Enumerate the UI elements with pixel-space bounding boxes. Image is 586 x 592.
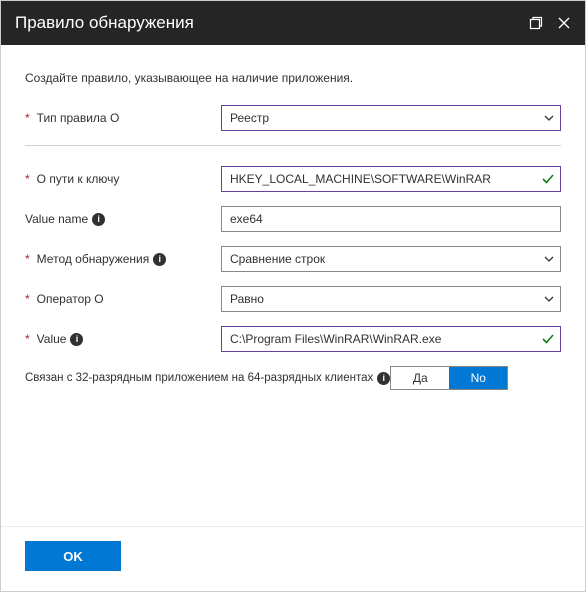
info-icon[interactable]: i	[70, 333, 83, 346]
info-icon[interactable]: i	[153, 253, 166, 266]
label-rule-type: * Тип правила О	[25, 111, 221, 125]
ok-button[interactable]: OK	[25, 541, 121, 571]
toggle-yes[interactable]: Да	[391, 367, 449, 389]
label-operator-text: Оператор О	[37, 292, 104, 306]
label-value: * Value i	[25, 332, 221, 346]
label-value-name: Value name i	[25, 212, 221, 226]
row-detection-method: * Метод обнаружения i Сравнение строк	[25, 246, 561, 272]
header-actions	[529, 16, 571, 30]
value-name-input-native[interactable]	[230, 207, 534, 231]
restore-icon[interactable]	[529, 16, 543, 30]
required-marker: *	[25, 111, 30, 125]
operator-select[interactable]: Равно	[221, 286, 561, 312]
info-icon[interactable]: i	[92, 213, 105, 226]
row-key-path: * О пути к ключу	[25, 166, 561, 192]
label-key-path: * О пути к ключу	[25, 172, 221, 186]
label-value-name-text: Value name	[25, 212, 88, 226]
associated-toggle: Да No	[390, 366, 508, 390]
row-associated: Связан с 32-разрядным приложением на 64-…	[25, 366, 561, 390]
label-detection-method: * Метод обнаружения i	[25, 252, 221, 266]
panel-footer: OK	[1, 526, 585, 591]
row-value: * Value i	[25, 326, 561, 352]
rule-type-select[interactable]: Реестр	[221, 105, 561, 131]
label-key-path-text: О пути к ключу	[37, 172, 120, 186]
required-marker: *	[25, 252, 30, 266]
close-icon[interactable]	[557, 16, 571, 30]
rule-type-value: Реестр	[230, 111, 269, 125]
operator-value: Равно	[230, 292, 264, 306]
label-detection-method-text: Метод обнаружения	[37, 252, 150, 266]
required-marker: *	[25, 292, 30, 306]
label-rule-type-text: Тип правила О	[37, 111, 120, 125]
label-associated: Связан с 32-разрядным приложением на 64-…	[25, 372, 373, 384]
toggle-no[interactable]: No	[449, 367, 507, 389]
panel-header: Правило обнаружения	[1, 1, 585, 45]
value-name-input[interactable]	[221, 206, 561, 232]
info-icon[interactable]: i	[377, 372, 390, 385]
value-input-native[interactable]	[230, 327, 534, 351]
panel-body: Создайте правило, указывающее на наличие…	[1, 45, 585, 526]
divider	[25, 145, 561, 146]
key-path-input[interactable]	[221, 166, 561, 192]
row-value-name: Value name i	[25, 206, 561, 232]
key-path-input-native[interactable]	[230, 167, 534, 191]
row-operator: * Оператор О Равно	[25, 286, 561, 312]
panel-title: Правило обнаружения	[15, 13, 529, 33]
label-operator: * Оператор О	[25, 292, 221, 306]
detection-rule-panel: Правило обнаружения Создайте правило, ук…	[0, 0, 586, 592]
required-marker: *	[25, 332, 30, 346]
row-rule-type: * Тип правила О Реестр	[25, 105, 561, 131]
value-input[interactable]	[221, 326, 561, 352]
label-value-text: Value	[37, 332, 67, 346]
required-marker: *	[25, 172, 30, 186]
detection-method-value: Сравнение строк	[230, 252, 325, 266]
panel-subtitle: Создайте правило, указывающее на наличие…	[25, 71, 561, 85]
detection-method-select[interactable]: Сравнение строк	[221, 246, 561, 272]
